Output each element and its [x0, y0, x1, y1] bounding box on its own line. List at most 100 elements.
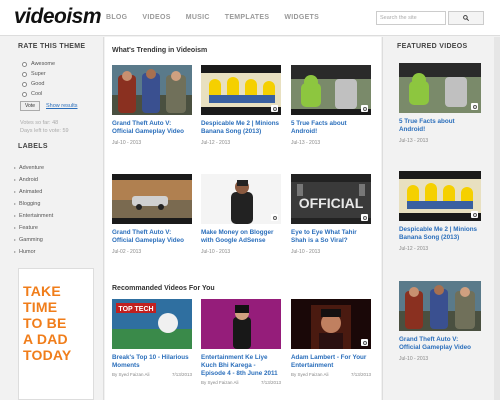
video-meta: By Syed Faizan Ali 7/13/2013: [112, 372, 192, 377]
video-card: Despicable Me 2 | Minions Banana Song (2…: [201, 65, 281, 146]
poll-option-label: Cool: [31, 91, 43, 97]
label-item-adventure[interactable]: Adventure: [14, 165, 44, 171]
video-thumbnail[interactable]: [399, 63, 481, 113]
poll-option[interactable]: Awesome: [22, 61, 55, 67]
nav-item-templates[interactable]: TEMPLATES: [225, 14, 270, 21]
video-thumbnail[interactable]: OFFICIAL: [291, 174, 371, 224]
featured-card: Grand Theft Auto V: Official Gameplay Vi…: [399, 281, 481, 362]
video-meta: By Syed Faizan Ali 7/13/2013: [291, 372, 371, 377]
video-card: Grand Theft Auto V: Official Gameplay Vi…: [112, 174, 192, 255]
labels-title: LABELS: [18, 143, 48, 150]
ad-text-line: TIME: [23, 299, 58, 315]
poll-option[interactable]: Cool: [22, 91, 42, 97]
label-item-entertainment[interactable]: Entertainment: [14, 213, 53, 219]
site-logo[interactable]: videoism: [14, 5, 102, 29]
show-thumbnail-image: [201, 299, 281, 349]
nav-item-blog[interactable]: BLOG: [106, 14, 127, 21]
scrollbar[interactable]: [494, 37, 500, 400]
video-card: Make Money on Blogger with Google AdSens…: [201, 174, 281, 255]
play-icon: [271, 105, 278, 112]
left-sidebar: RATE THIS THEME Awesome Super Good Cool …: [0, 37, 104, 400]
video-date: 7/13/2013: [171, 372, 192, 377]
svg-text:TOP TECH: TOP TECH: [118, 306, 153, 313]
main-content: What's Trending in Videoism Grand Theft …: [105, 37, 381, 400]
poll-option-label: Super: [31, 71, 46, 77]
official-thumbnail-image: OFFICIAL: [291, 174, 371, 224]
top-header: videoism BLOG VIDEOS MUSIC TEMPLATES WID…: [0, 0, 500, 36]
play-icon: [471, 211, 478, 218]
minions-thumbnail-image: [201, 65, 281, 115]
ad-text-line: TO BE: [23, 315, 67, 331]
page: videoism BLOG VIDEOS MUSIC TEMPLATES WID…: [0, 0, 500, 400]
video-title[interactable]: Break's Top 10 - Hilarious Moments: [112, 354, 192, 370]
search-input[interactable]: Search the site: [376, 11, 446, 25]
video-title[interactable]: 5 True Facts about Android!: [291, 120, 371, 136]
label-item-humor[interactable]: Humor: [14, 249, 36, 255]
video-date: Jul-10 - 2013: [201, 249, 231, 255]
poll-title: RATE THIS THEME: [18, 43, 86, 50]
video-title[interactable]: Grand Theft Auto V: Official Gameplay Vi…: [112, 229, 192, 245]
gta-thumbnail-image: [112, 65, 192, 115]
video-date: 7/13/2013: [350, 372, 371, 377]
vote-button[interactable]: Vote: [20, 101, 40, 111]
radio-icon[interactable]: [22, 81, 27, 87]
recommended-title: Recommanded Videos For You: [112, 285, 215, 292]
video-title[interactable]: Adam Lambert - For Your Entertainment: [291, 354, 371, 370]
label-item-feature[interactable]: Feature: [14, 225, 38, 231]
video-date: Jul-12 - 2013: [201, 140, 231, 146]
search-button[interactable]: [448, 11, 484, 25]
video-card: 5 True Facts about Android! Jul-13 - 201…: [291, 65, 371, 146]
video-title[interactable]: 5 True Facts about Android!: [399, 118, 481, 134]
video-title[interactable]: Make Money on Blogger with Google AdSens…: [201, 229, 281, 245]
poll-option-label: Good: [31, 81, 45, 87]
video-meta: By Syed Faizan Ali 7/13/2013: [201, 380, 281, 385]
video-date: Jul-12 - 2013: [399, 246, 429, 252]
video-card: TOP TECH Break's Top 10 - Hilarious Mome…: [112, 299, 192, 377]
votes-so-far: Votes so far: 48: [20, 120, 59, 126]
video-title[interactable]: Despicable Me 2 | Minions Banana Song (2…: [201, 120, 281, 136]
video-thumbnail[interactable]: [399, 171, 481, 221]
radio-icon[interactable]: [22, 61, 27, 67]
video-date: Jul-13 - 2013: [291, 140, 321, 146]
featured-card: 5 True Facts about Android! Jul-13 - 201…: [399, 63, 481, 144]
nav-item-widgets[interactable]: WIDGETS: [284, 14, 319, 21]
right-sidebar: FEATURED VIDEOS 5 True Facts about Andro…: [382, 37, 500, 400]
nav-item-music[interactable]: MUSIC: [186, 14, 210, 21]
radio-icon[interactable]: [22, 71, 27, 77]
gta-car-thumbnail-image: [112, 174, 192, 224]
video-thumbnail[interactable]: TOP TECH: [112, 299, 192, 349]
android-thumbnail-image: [399, 63, 481, 113]
video-thumbnail[interactable]: [201, 299, 281, 349]
video-title[interactable]: Entertainment Ke Liye Kuch Bhi Karega - …: [201, 354, 281, 378]
video-author: By Syed Faizan Ali: [201, 380, 239, 385]
video-thumbnail[interactable]: [201, 174, 281, 224]
radio-icon[interactable]: [22, 91, 27, 97]
video-thumbnail[interactable]: [291, 299, 371, 349]
poll-option[interactable]: Good: [22, 81, 44, 87]
gta-thumbnail-image: [399, 281, 481, 331]
label-item-blogging[interactable]: Blogging: [14, 201, 40, 207]
poll-option[interactable]: Super: [22, 71, 46, 77]
days-left: Days left to vote: 59: [20, 128, 69, 134]
video-thumbnail[interactable]: [112, 174, 192, 224]
poll-option-label: Awesome: [31, 61, 56, 67]
video-thumbnail[interactable]: [291, 65, 371, 115]
video-thumbnail[interactable]: [201, 65, 281, 115]
label-item-gamming[interactable]: Gamming: [14, 237, 43, 243]
ad-banner[interactable]: TAKE TIME TO BE A DAD TODAY: [18, 268, 94, 400]
label-item-android[interactable]: Android: [14, 177, 38, 183]
video-title[interactable]: Grand Theft Auto V: Official Gameplay Vi…: [112, 120, 192, 136]
video-title[interactable]: Eye to Eye What Tahir Shah is a So Viral…: [291, 229, 371, 245]
toptech-thumbnail-image: TOP TECH: [112, 299, 192, 349]
video-date: Jul-02 - 2013: [112, 249, 142, 255]
video-title[interactable]: Grand Theft Auto V: Official Gameplay Vi…: [399, 336, 481, 352]
video-thumbnail[interactable]: [112, 65, 192, 115]
video-thumbnail[interactable]: [399, 281, 481, 331]
show-results-link[interactable]: Show results: [46, 103, 78, 109]
nav-item-videos[interactable]: VIDEOS: [142, 14, 170, 21]
video-author: By Syed Faizan Ali: [291, 372, 329, 377]
video-title[interactable]: Despicable Me 2 | Minions Banana Song (2…: [399, 226, 481, 242]
poll-stats: Votes so far: 48 Days left to vote: 59: [20, 119, 69, 135]
featured-card: Despicable Me 2 | Minions Banana Song (2…: [399, 171, 481, 252]
label-item-animated[interactable]: Animated: [14, 189, 42, 195]
